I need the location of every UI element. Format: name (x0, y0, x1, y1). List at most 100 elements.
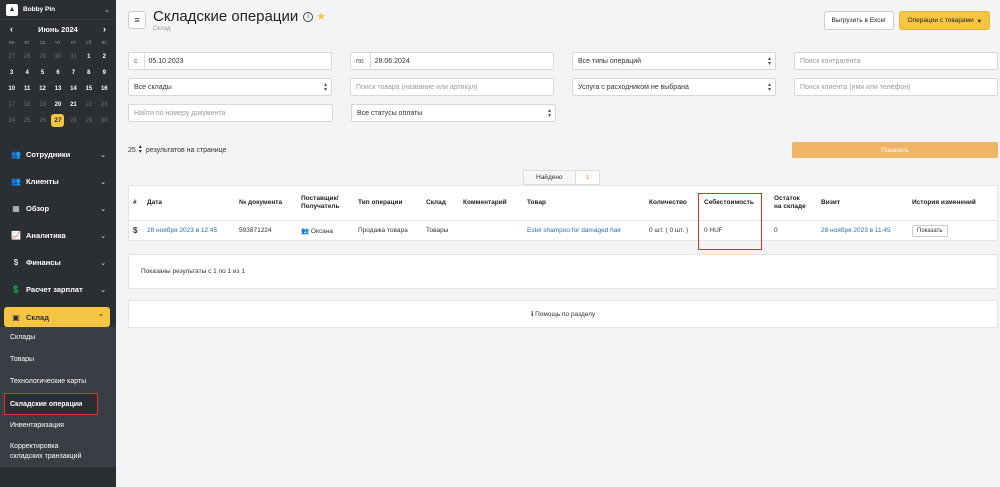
product-operations-button[interactable]: Операции с товарами ▾ (898, 11, 990, 30)
calendar-day[interactable]: 26 (35, 113, 50, 129)
calendar-day-label: 7 (71, 70, 76, 76)
found-tab: Найдено 1 (523, 170, 601, 185)
info-icon[interactable]: i (303, 11, 314, 22)
calendar-day-label: 9 (102, 70, 106, 76)
subnav-tech-cards[interactable]: Технологические карты (0, 371, 116, 393)
calendar-day-label: 1 (87, 54, 91, 60)
calendar-day[interactable]: 13 (50, 81, 65, 97)
product-operations-label: Операции с товарами (907, 17, 974, 24)
org-name: Bobby Pin (23, 6, 56, 13)
product-search-input[interactable]: Поиск товара (название или артикул) (350, 78, 554, 96)
dollar-icon: $ (133, 226, 138, 236)
users-icon: 👥 (11, 150, 21, 159)
calendar-day[interactable]: 5 (35, 65, 50, 81)
calendar-day-label: 23 (100, 102, 108, 108)
show-button[interactable]: Показать (792, 142, 998, 158)
help-link[interactable]: ℹ Помощь по разделу (128, 300, 998, 328)
subnav-products[interactable]: Товары (0, 349, 116, 371)
prev-month-icon[interactable]: ‹ (10, 24, 13, 34)
sidebar-item-employees[interactable]: 👥 Сотрудники ⌄ (0, 141, 116, 168)
calendar-day[interactable]: 25 (19, 113, 34, 129)
history-show-button[interactable]: Показать (912, 224, 948, 237)
calendar-day[interactable]: 3 (4, 65, 19, 81)
counterparty-search-input[interactable]: Поиск контрагента (794, 52, 998, 70)
calendar-day[interactable]: 31 (66, 49, 81, 65)
export-excel-button[interactable]: Выгрузить в Excel (823, 11, 894, 30)
calendar-day[interactable]: 14 (66, 81, 81, 97)
calendar-day[interactable]: 28 (19, 49, 34, 65)
row-visit-link[interactable]: 28 ноября 2023 в 11:45 (817, 220, 908, 241)
calendar-day[interactable]: 20 (50, 97, 65, 113)
calendar-day[interactable]: 22 (81, 97, 96, 113)
chevron-down-icon: ⌄ (100, 151, 106, 159)
calendar-day[interactable]: 4 (19, 65, 34, 81)
calendar-day[interactable]: 29 (35, 49, 50, 65)
calendar-day[interactable]: 15 (81, 81, 96, 97)
client-search-input[interactable]: Поиск клиента (имя или телефон) (794, 78, 998, 96)
service-select[interactable]: Услуга с расходником не выбрана ▴ ▾ (572, 78, 776, 96)
calendar-day[interactable]: 21 (66, 97, 81, 113)
org-logo-icon: ▲ (6, 3, 18, 16)
subnav-transaction-correction[interactable]: Корректировка складских транзакций (0, 437, 116, 467)
document-number-input[interactable]: Найти по номеру документа (128, 104, 333, 122)
calendar-day[interactable]: 10 (4, 81, 19, 97)
calendar-day[interactable]: 16 (97, 81, 112, 97)
sidebar-item-payroll[interactable]: 💲 Расчет зарплат ⌄ (0, 276, 116, 303)
calendar-day[interactable]: 12 (35, 81, 50, 97)
calendar-day[interactable]: 29 (81, 113, 96, 129)
date-from-input[interactable]: с 05.10.2023 (128, 52, 332, 70)
star-icon[interactable]: ★ (316, 10, 326, 23)
calendar-day[interactable]: 24 (4, 113, 19, 129)
col-cost: Себестоимость (700, 186, 770, 221)
calendar-day[interactable]: 19 (35, 97, 50, 113)
calendar-day-today[interactable]: 27 (50, 113, 65, 129)
calendar-day-label: 28 (23, 54, 31, 60)
calendar-day[interactable]: 18 (19, 97, 34, 113)
per-page-select[interactable]: 25 ▴ ▾ результатов на странице (128, 144, 226, 155)
subnav-inventory[interactable]: Инвентаризация (0, 415, 116, 437)
calendar-day[interactable]: 30 (50, 49, 65, 65)
calendar-day[interactable]: 7 (66, 65, 81, 81)
col-history: История изменений (908, 186, 997, 221)
calendar-day[interactable]: 11 (19, 81, 34, 97)
sidebar-item-overview[interactable]: ▦ Обзор ⌄ (0, 195, 116, 222)
warehouse-select[interactable]: Все склады ▴ ▾ (128, 78, 332, 96)
calendar-day-label: 6 (56, 70, 60, 76)
payment-status-value: Все статусы оплаты (357, 109, 423, 117)
calendar-dow: ср (39, 40, 46, 46)
row-op-type: Продажа товара (358, 227, 408, 235)
sidebar-item-analytics[interactable]: 📈 Аналитика ⌄ (0, 222, 116, 249)
chevron-down-icon: ⌄ (100, 205, 106, 213)
calendar-day[interactable]: 30 (97, 113, 112, 129)
menu-toggle-button[interactable]: ≡ (128, 11, 146, 29)
calendar-day-label: 16 (100, 86, 108, 92)
org-switcher[interactable]: ▲ Bobby Pin ⌄ (0, 0, 116, 20)
breadcrumb[interactable]: Склад (153, 26, 326, 32)
subnav-warehouse-operations[interactable]: Складские операции (4, 393, 98, 415)
payment-status-select[interactable]: Все статусы оплаты ▴ ▾ (351, 104, 556, 122)
topbar: ≡ Складские операции i ★ Склад Выгрузить… (116, 0, 1000, 40)
date-to-input[interactable]: по 28.06.2024 (350, 52, 554, 70)
calendar-day[interactable]: 8 (81, 65, 96, 81)
calendar-day[interactable]: 27 (4, 49, 19, 65)
calendar-day-label: 15 (85, 86, 93, 92)
calendar-day[interactable]: 28 (66, 113, 81, 129)
calendar-day[interactable]: 9 (97, 65, 112, 81)
sidebar-item-clients[interactable]: 👥 Клиенты ⌄ (0, 168, 116, 195)
operation-type-select[interactable]: Все типы операций ▴ ▾ (572, 52, 776, 70)
select-arrows-icon: ▴ ▾ (323, 82, 327, 93)
sidebar-item-warehouse[interactable]: ▣ Склад ⌃ (4, 307, 110, 327)
col-visit: Визит (817, 186, 908, 221)
calendar-day[interactable]: 1 (81, 49, 96, 65)
calendar-day[interactable]: 23 (97, 97, 112, 113)
subnav-warehouses[interactable]: Склады (0, 327, 116, 349)
row-product-link[interactable]: Estel shampoo for damaged hair (523, 220, 645, 241)
row-warehouse: Товары (426, 227, 449, 235)
calendar-day[interactable]: 17 (4, 97, 19, 113)
sidebar-item-finance[interactable]: $ Финансы ⌄ (0, 249, 116, 276)
calendar-day[interactable]: 2 (97, 49, 112, 65)
calendar-day[interactable]: 6 (50, 65, 65, 81)
row-date-link[interactable]: 28 ноября 2023 в 12:45 (143, 220, 235, 241)
row-qty: 0 шт. ( 0 шт. ) (649, 227, 689, 235)
next-month-icon[interactable]: › (103, 24, 106, 34)
